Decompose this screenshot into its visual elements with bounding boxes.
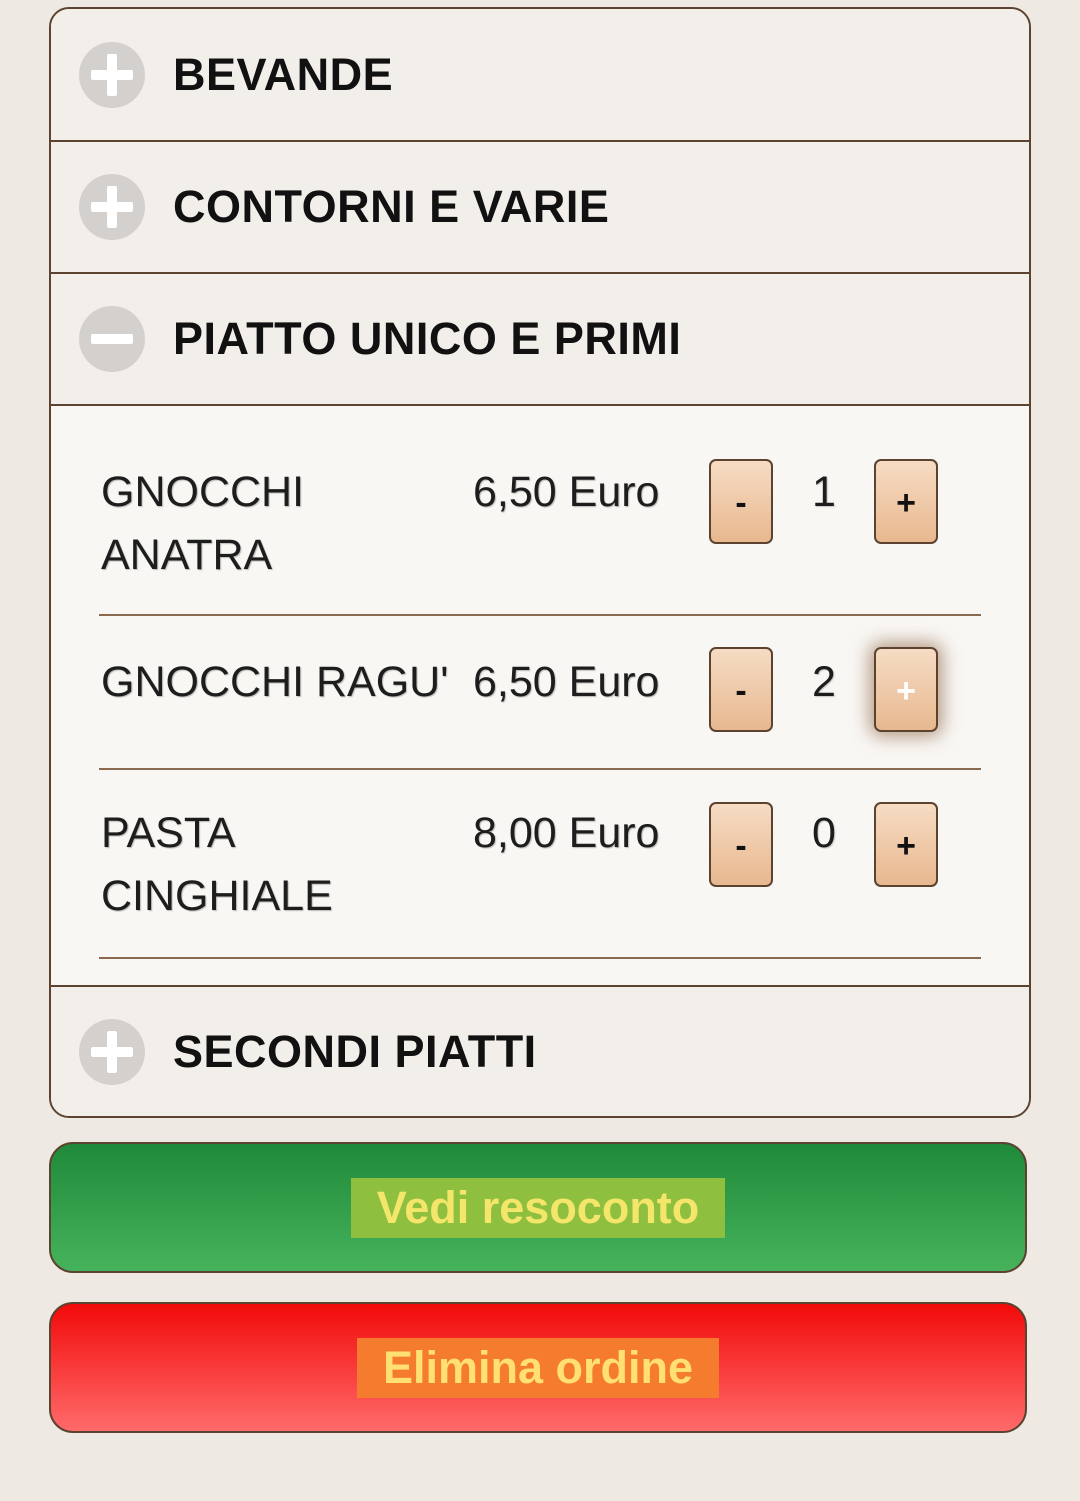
view-summary-label: Vedi resoconto [350,1177,726,1238]
menu-item-row: GNOCCHI ANATRA 6,50 Euro - 1 + [99,406,981,616]
category-header-piatto-unico[interactable]: PIATTO UNICO E PRIMI [51,274,1029,406]
category-label: PIATTO UNICO E PRIMI [173,313,682,364]
delete-order-button[interactable]: Elimina ordine [49,1302,1027,1433]
category-label: CONTORNI E VARIE [173,181,610,232]
plus-circle-icon [79,1018,145,1085]
item-name: PASTA [101,809,236,857]
menu-item-row: PASTA CINGHIALE 8,00 Euro - 0 + [99,770,981,959]
increase-quantity-button[interactable]: + [874,802,938,887]
item-price: 6,50 Euro [473,468,660,516]
category-header-secondi[interactable]: SECONDI PIATTI [51,987,1029,1116]
item-name: ANATRA [101,531,273,579]
item-name: GNOCCHI [101,468,305,516]
item-quantity: 2 [812,658,836,706]
category-label: SECONDI PIATTI [173,1025,537,1077]
view-summary-button[interactable]: Vedi resoconto [49,1142,1027,1273]
item-name: GNOCCHI RAGU' [101,658,449,706]
item-quantity: 1 [812,468,836,516]
item-quantity: 0 [812,809,836,857]
decrease-quantity-button[interactable]: - [709,647,773,732]
decrease-quantity-button[interactable]: - [709,802,773,887]
item-price: 6,50 Euro [473,658,660,706]
category-header-bevande[interactable]: BEVANDE [51,9,1029,142]
category-panel-piatto-unico: GNOCCHI ANATRA 6,50 Euro - 1 + GNOCCHI R… [51,406,1029,987]
increase-quantity-button[interactable]: + [874,647,938,732]
menu-accordion: BEVANDE CONTORNI E VARIE PIATTO UNICO E … [49,7,1031,1118]
category-label: BEVANDE [173,48,394,100]
decrease-quantity-button[interactable]: - [709,459,773,544]
item-price: 8,00 Euro [473,809,660,857]
plus-circle-icon [79,174,145,240]
increase-quantity-button[interactable]: + [874,459,938,544]
item-name: CINGHIALE [101,872,333,920]
menu-item-row: GNOCCHI RAGU' 6,50 Euro - 2 + [99,616,981,770]
minus-circle-icon [79,306,145,372]
plus-circle-icon [79,41,145,108]
category-header-contorni[interactable]: CONTORNI E VARIE [51,142,1029,274]
delete-order-label: Elimina ordine [356,1337,720,1398]
